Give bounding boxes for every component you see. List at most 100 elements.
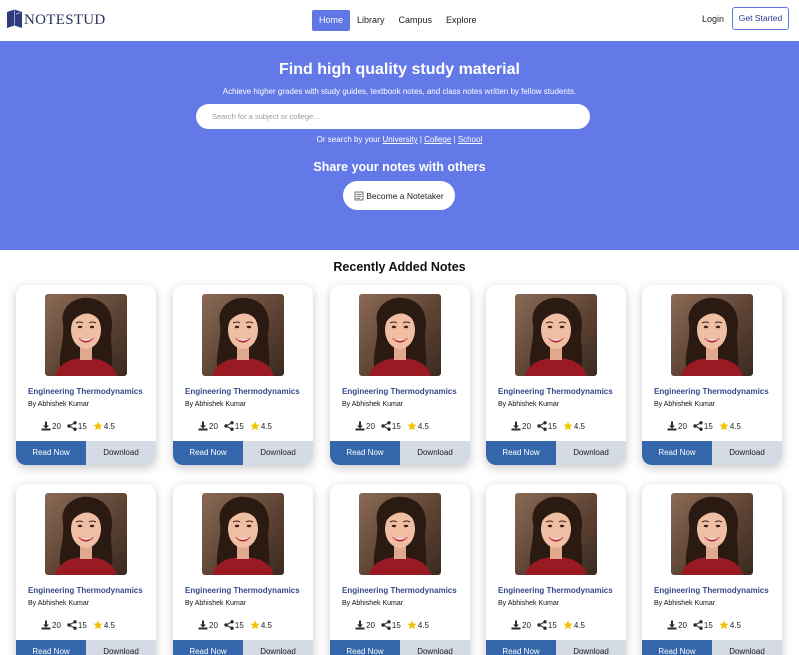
rating-stat: 4.5 xyxy=(407,421,429,431)
brand-logo[interactable]: NOTESTUD xyxy=(6,9,106,29)
note-card[interactable]: Engineering Thermodynamics By Abhishek K… xyxy=(642,285,782,465)
rating-value: 4.5 xyxy=(260,620,272,630)
download-button[interactable]: Download xyxy=(400,640,470,655)
note-stats: 20 15 4.5 xyxy=(355,421,435,431)
shares-count: 15 xyxy=(391,620,401,630)
download-icon xyxy=(41,620,51,630)
downloads-count: 20 xyxy=(209,620,218,630)
note-title[interactable]: Engineering Thermodynamics xyxy=(185,586,300,595)
become-notetaker-button[interactable]: Become a Notetaker xyxy=(343,181,455,210)
downloads-count: 20 xyxy=(52,620,61,630)
downloads-count: 20 xyxy=(366,620,375,630)
download-button[interactable]: Download xyxy=(400,441,470,465)
read-now-button[interactable]: Read Now xyxy=(330,640,400,655)
download-button[interactable]: Download xyxy=(712,640,782,655)
university-link[interactable]: University xyxy=(382,135,417,144)
nav-library[interactable]: Library xyxy=(350,10,392,31)
note-title[interactable]: Engineering Thermodynamics xyxy=(654,387,769,396)
read-now-button[interactable]: Read Now xyxy=(173,640,243,655)
downloads-stat: 20 xyxy=(41,620,61,630)
star-icon xyxy=(250,620,260,630)
note-actions: Read Now Download xyxy=(330,441,470,465)
share-icon xyxy=(67,620,77,630)
nav-home[interactable]: Home xyxy=(312,10,351,31)
star-icon xyxy=(563,620,573,630)
rating-value: 4.5 xyxy=(729,620,741,630)
download-button[interactable]: Download xyxy=(243,441,313,465)
read-now-button[interactable]: Read Now xyxy=(642,640,712,655)
note-actions: Read Now Download xyxy=(16,640,156,655)
nav-campus[interactable]: Campus xyxy=(392,10,440,31)
note-title[interactable]: Engineering Thermodynamics xyxy=(28,586,143,595)
star-icon xyxy=(93,620,103,630)
downloads-stat: 20 xyxy=(355,620,375,630)
note-title[interactable]: Engineering Thermodynamics xyxy=(498,586,613,595)
download-button[interactable]: Download xyxy=(86,640,156,655)
download-button[interactable]: Download xyxy=(243,640,313,655)
note-card[interactable]: Engineering Thermodynamics By Abhishek K… xyxy=(642,484,782,655)
main-nav: Home Library Campus Explore xyxy=(312,10,484,31)
login-link[interactable]: Login xyxy=(702,14,724,24)
note-card[interactable]: Engineering Thermodynamics By Abhishek K… xyxy=(173,484,313,655)
note-stats: 20 15 4.5 xyxy=(511,620,591,630)
shares-stat: 15 xyxy=(693,421,713,431)
downloads-count: 20 xyxy=(366,421,375,431)
note-stats: 20 15 4.5 xyxy=(198,421,278,431)
note-actions: Read Now Download xyxy=(173,441,313,465)
note-title[interactable]: Engineering Thermodynamics xyxy=(28,387,143,396)
read-now-button[interactable]: Read Now xyxy=(486,640,556,655)
separator: | xyxy=(419,135,422,144)
read-now-button[interactable]: Read Now xyxy=(642,441,712,465)
downloads-stat: 20 xyxy=(511,421,531,431)
download-button[interactable]: Download xyxy=(556,640,626,655)
shares-stat: 15 xyxy=(67,620,87,630)
rating-stat: 4.5 xyxy=(563,620,585,630)
star-icon xyxy=(250,421,260,431)
search-input[interactable] xyxy=(196,104,590,129)
note-actions: Read Now Download xyxy=(486,441,626,465)
download-button[interactable]: Download xyxy=(556,441,626,465)
hero-subtitle: Achieve higher grades with study guides,… xyxy=(222,87,577,96)
shares-count: 15 xyxy=(547,620,557,630)
hero-section: Find high quality study material Achieve… xyxy=(0,41,799,250)
note-stats: 20 15 4.5 xyxy=(355,620,435,630)
rating-value: 4.5 xyxy=(260,421,272,431)
note-author: By Abhishek Kumar xyxy=(342,401,404,408)
shares-stat: 15 xyxy=(224,620,244,630)
download-button[interactable]: Download xyxy=(712,441,782,465)
note-card[interactable]: Engineering Thermodynamics By Abhishek K… xyxy=(173,285,313,465)
read-now-button[interactable]: Read Now xyxy=(486,441,556,465)
shares-stat: 15 xyxy=(693,620,713,630)
note-card[interactable]: Engineering Thermodynamics By Abhishek K… xyxy=(486,285,626,465)
note-card[interactable]: Engineering Thermodynamics By Abhishek K… xyxy=(486,484,626,655)
note-title[interactable]: Engineering Thermodynamics xyxy=(342,586,457,595)
note-title[interactable]: Engineering Thermodynamics xyxy=(498,387,613,396)
download-icon xyxy=(198,421,208,431)
downloads-stat: 20 xyxy=(667,620,687,630)
download-icon xyxy=(198,620,208,630)
note-title[interactable]: Engineering Thermodynamics xyxy=(185,387,300,396)
note-card[interactable]: Engineering Thermodynamics By Abhishek K… xyxy=(16,484,156,655)
note-title[interactable]: Engineering Thermodynamics xyxy=(342,387,457,396)
search-by-prefix: Or search by your xyxy=(316,135,381,144)
note-title[interactable]: Engineering Thermodynamics xyxy=(654,586,769,595)
download-button[interactable]: Download xyxy=(86,441,156,465)
get-started-button[interactable]: Get Started xyxy=(732,7,789,30)
downloads-stat: 20 xyxy=(511,620,531,630)
nav-explore[interactable]: Explore xyxy=(439,10,484,31)
college-link[interactable]: College xyxy=(424,135,451,144)
note-stats: 20 15 4.5 xyxy=(667,421,747,431)
note-actions: Read Now Download xyxy=(642,441,782,465)
note-card[interactable]: Engineering Thermodynamics By Abhishek K… xyxy=(16,285,156,465)
read-now-button[interactable]: Read Now xyxy=(16,640,86,655)
share-icon xyxy=(224,620,234,630)
read-now-button[interactable]: Read Now xyxy=(16,441,86,465)
school-link[interactable]: School xyxy=(458,135,482,144)
note-card[interactable]: Engineering Thermodynamics By Abhishek K… xyxy=(330,484,470,655)
read-now-button[interactable]: Read Now xyxy=(330,441,400,465)
note-actions: Read Now Download xyxy=(642,640,782,655)
note-card[interactable]: Engineering Thermodynamics By Abhishek K… xyxy=(330,285,470,465)
downloads-stat: 20 xyxy=(198,620,218,630)
read-now-button[interactable]: Read Now xyxy=(173,441,243,465)
downloads-count: 20 xyxy=(52,421,61,431)
